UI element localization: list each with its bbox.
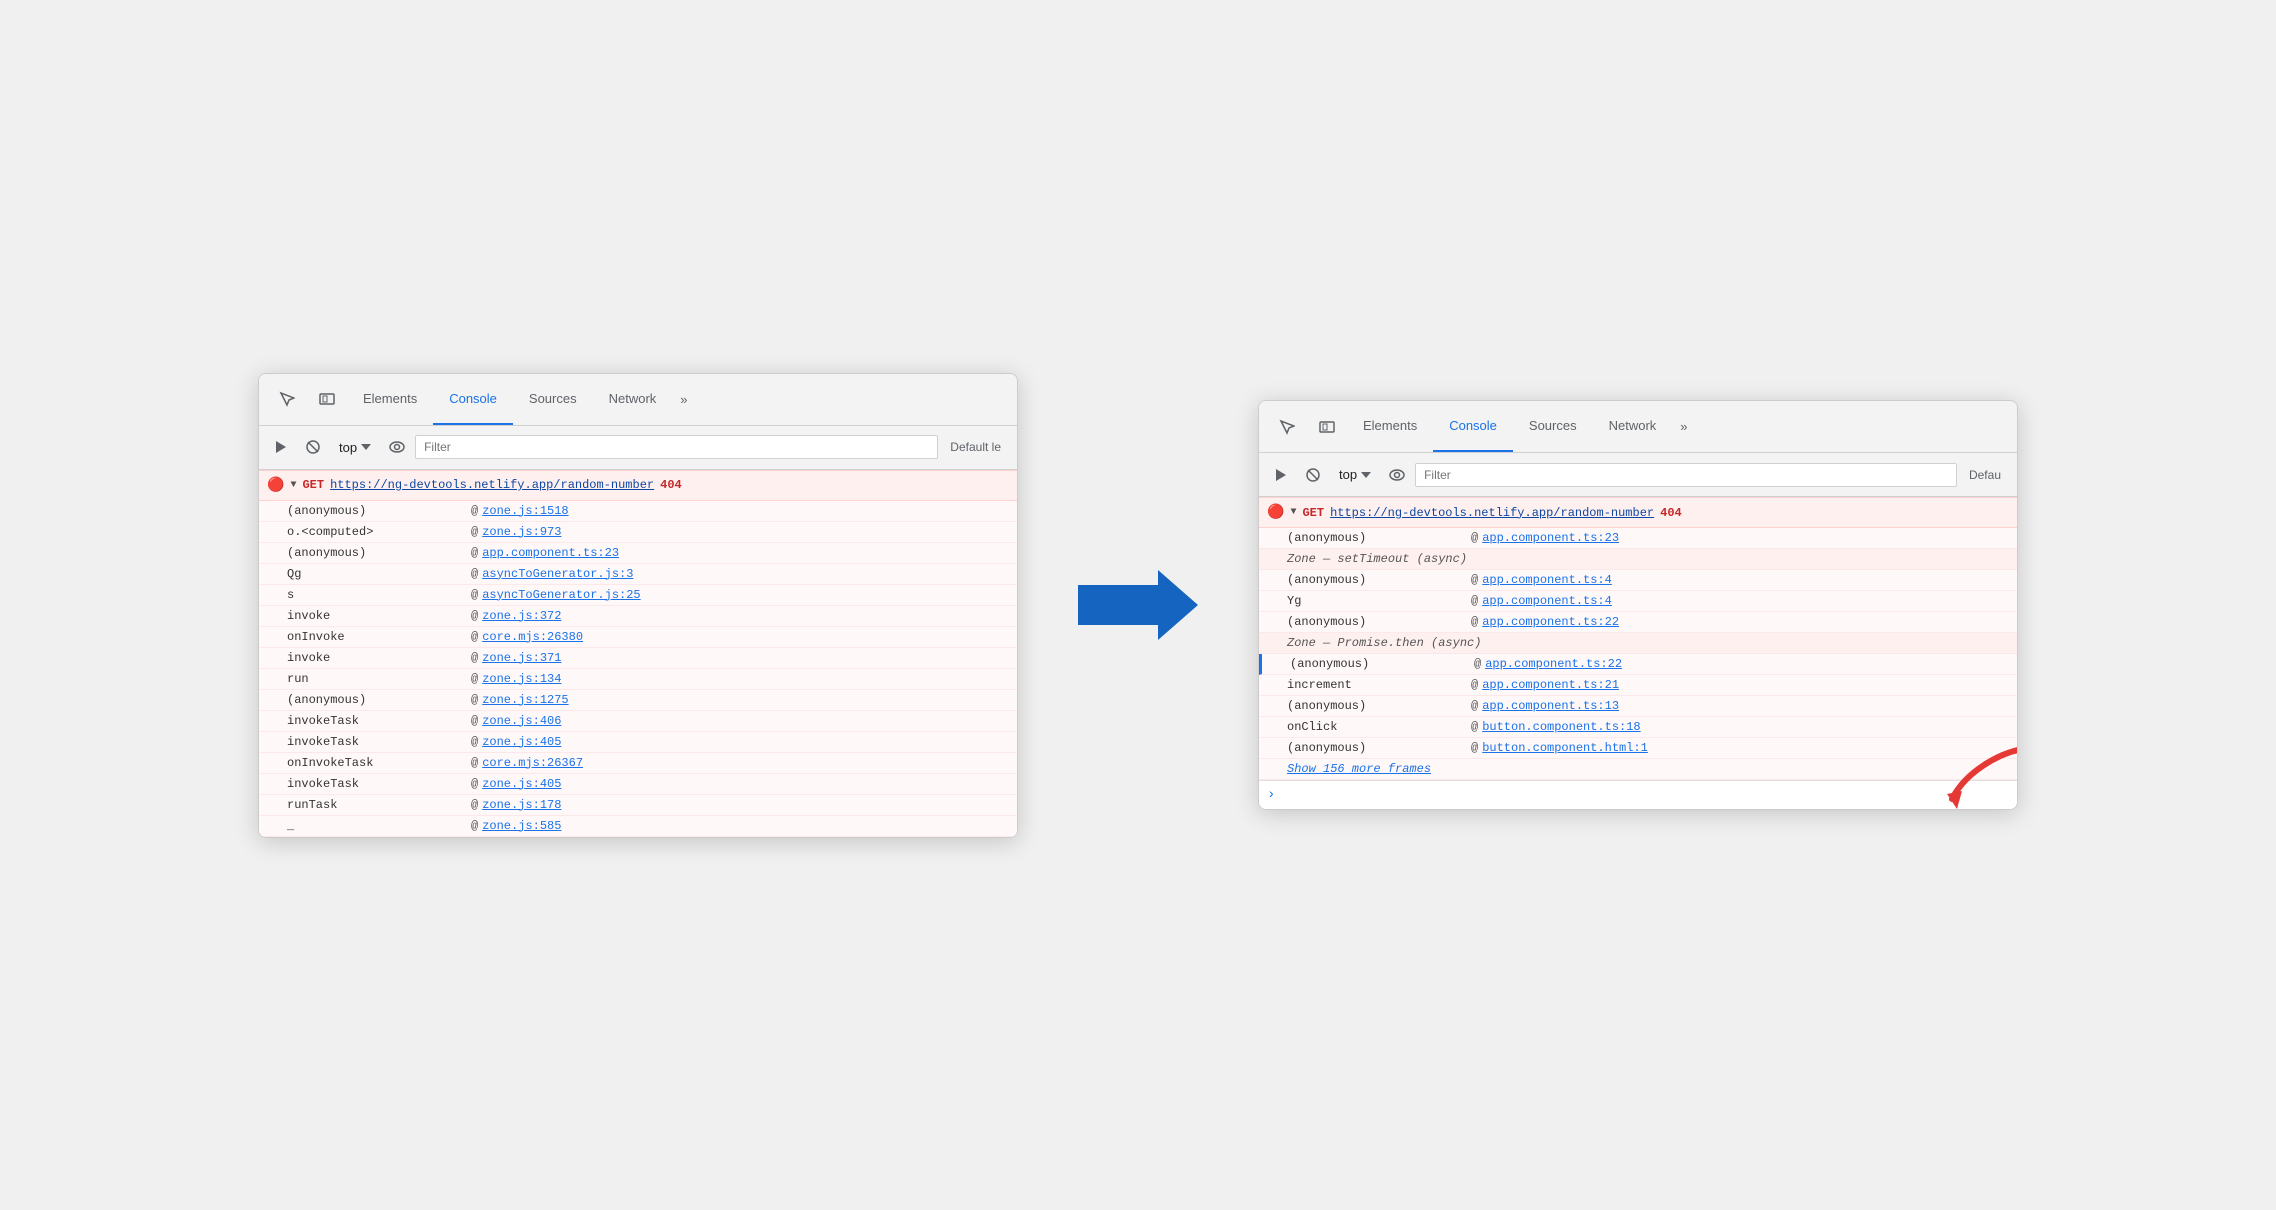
right-block-btn[interactable] bbox=[1299, 461, 1327, 489]
left-error-row: 🔴 ▼ GET https://ng-devtools.netlify.app/… bbox=[259, 470, 1017, 501]
left-collapse-triangle[interactable]: ▼ bbox=[290, 480, 296, 491]
async-promise-header: Zone — Promise.then (async) bbox=[1259, 633, 2017, 654]
left-filter-input[interactable] bbox=[415, 435, 938, 459]
left-console-content: 🔴 ▼ GET https://ng-devtools.netlify.app/… bbox=[259, 470, 1017, 837]
table-row: (anonymous) @ app.component.ts:22 bbox=[1259, 612, 2017, 633]
prompt-arrow-icon: › bbox=[1267, 787, 1275, 803]
table-row: Yg @ app.component.ts:4 bbox=[1259, 591, 2017, 612]
right-top-dropdown[interactable]: top bbox=[1331, 465, 1379, 484]
table-row: Qg @ asyncToGenerator.js:3 bbox=[259, 564, 1017, 585]
table-row: onClick @ button.component.ts:18 bbox=[1259, 717, 2017, 738]
table-row: invokeTask @ zone.js:406 bbox=[259, 711, 1017, 732]
right-error-method: GET bbox=[1302, 506, 1324, 520]
left-stack-frames: (anonymous) @ zone.js:1518 o.<computed> … bbox=[259, 501, 1017, 837]
table-row: _ @ zone.js:585 bbox=[259, 816, 1017, 837]
right-stack-frames: (anonymous) @ app.component.ts:23 Zone —… bbox=[1259, 528, 2017, 780]
table-row: (anonymous) @ app.component.ts:4 bbox=[1259, 570, 2017, 591]
left-error-method: GET bbox=[302, 478, 324, 492]
table-row: onInvokeTask @ core.mjs:26367 bbox=[259, 753, 1017, 774]
right-cursor-icon[interactable] bbox=[1267, 401, 1307, 452]
left-devtools-panel: Elements Console Sources Network » top D… bbox=[258, 373, 1018, 838]
arrow-container bbox=[1078, 565, 1198, 645]
table-row: run @ zone.js:134 bbox=[259, 669, 1017, 690]
table-row: (anonymous) @ app.component.ts:23 bbox=[259, 543, 1017, 564]
right-tab-elements[interactable]: Elements bbox=[1347, 401, 1433, 452]
right-tab-console[interactable]: Console bbox=[1433, 401, 1513, 452]
right-console-prompt: › bbox=[1259, 780, 2017, 809]
right-error-icon: 🔴 bbox=[1267, 504, 1284, 521]
right-error-row: 🔴 ▼ GET https://ng-devtools.netlify.app/… bbox=[1259, 497, 2017, 528]
right-tab-bar: Elements Console Sources Network » bbox=[1259, 401, 2017, 453]
left-toolbar: top Default le bbox=[259, 426, 1017, 470]
left-default-label: Default le bbox=[942, 440, 1009, 454]
table-row: invokeTask @ zone.js:405 bbox=[259, 774, 1017, 795]
left-tab-bar: Elements Console Sources Network » bbox=[259, 374, 1017, 426]
table-row: invokeTask @ zone.js:405 bbox=[259, 732, 1017, 753]
right-play-btn[interactable] bbox=[1267, 461, 1295, 489]
table-row: onInvoke @ core.mjs:26380 bbox=[259, 627, 1017, 648]
right-collapse-triangle[interactable]: ▼ bbox=[1290, 507, 1296, 518]
table-row: s @ asyncToGenerator.js:25 bbox=[259, 585, 1017, 606]
left-top-label: top bbox=[339, 440, 357, 455]
show-more-link[interactable]: Show 156 more frames bbox=[1287, 762, 1431, 776]
right-error-code: 404 bbox=[1660, 506, 1682, 520]
right-top-label: top bbox=[1339, 467, 1357, 482]
table-row: runTask @ zone.js:178 bbox=[259, 795, 1017, 816]
left-eye-btn[interactable] bbox=[383, 433, 411, 461]
table-row: o.<computed> @ zone.js:973 bbox=[259, 522, 1017, 543]
left-error-icon: 🔴 bbox=[267, 477, 284, 494]
table-row: (anonymous) @ app.component.ts:23 bbox=[1259, 528, 2017, 549]
right-error-url[interactable]: https://ng-devtools.netlify.app/random-n… bbox=[1330, 506, 1654, 520]
table-row: (anonymous) @ app.component.ts:13 bbox=[1259, 696, 2017, 717]
left-device-icon[interactable] bbox=[307, 374, 347, 425]
left-error-url[interactable]: https://ng-devtools.netlify.app/random-n… bbox=[330, 478, 654, 492]
right-console-content: 🔴 ▼ GET https://ng-devtools.netlify.app/… bbox=[1259, 497, 2017, 809]
left-tab-elements[interactable]: Elements bbox=[347, 374, 433, 425]
right-default-label: Defau bbox=[1961, 468, 2009, 482]
table-row: (anonymous) @ zone.js:1518 bbox=[259, 501, 1017, 522]
left-tab-sources[interactable]: Sources bbox=[513, 374, 593, 425]
table-row: (anonymous) @ button.component.html:1 bbox=[1259, 738, 2017, 759]
left-top-dropdown[interactable]: top bbox=[331, 438, 379, 457]
right-toolbar: top Defau bbox=[1259, 453, 2017, 497]
right-devtools-panel: Elements Console Sources Network » top D… bbox=[1258, 400, 2018, 810]
left-tab-console[interactable]: Console bbox=[433, 374, 513, 425]
red-annotation-arrow bbox=[1947, 739, 2017, 809]
direction-arrow bbox=[1078, 565, 1198, 645]
right-eye-btn[interactable] bbox=[1383, 461, 1411, 489]
right-tab-more[interactable]: » bbox=[1672, 401, 1695, 452]
left-block-btn[interactable] bbox=[299, 433, 327, 461]
table-row: invoke @ zone.js:371 bbox=[259, 648, 1017, 669]
right-device-icon[interactable] bbox=[1307, 401, 1347, 452]
left-error-code: 404 bbox=[660, 478, 682, 492]
left-cursor-icon[interactable] bbox=[267, 374, 307, 425]
right-tab-network[interactable]: Network bbox=[1593, 401, 1673, 452]
left-play-btn[interactable] bbox=[267, 433, 295, 461]
left-tab-more[interactable]: » bbox=[672, 374, 695, 425]
show-more-row: Show 156 more frames bbox=[1259, 759, 2017, 780]
left-tab-network[interactable]: Network bbox=[593, 374, 673, 425]
table-row: (anonymous) @ zone.js:1275 bbox=[259, 690, 1017, 711]
table-row: (anonymous) @ app.component.ts:22 bbox=[1259, 654, 2017, 675]
right-filter-input[interactable] bbox=[1415, 463, 1957, 487]
async-zone-header: Zone — setTimeout (async) bbox=[1259, 549, 2017, 570]
right-tab-sources[interactable]: Sources bbox=[1513, 401, 1593, 452]
table-row: invoke @ zone.js:372 bbox=[259, 606, 1017, 627]
main-container: Elements Console Sources Network » top D… bbox=[0, 313, 2276, 898]
table-row: increment @ app.component.ts:21 bbox=[1259, 675, 2017, 696]
